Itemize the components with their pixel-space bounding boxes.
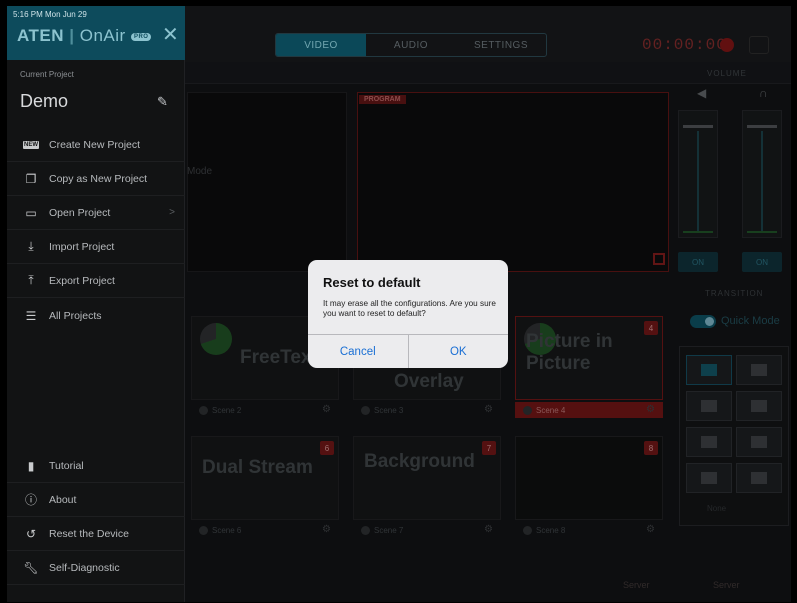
export-icon: ⤒ <box>28 273 34 287</box>
current-project-label: Current Project <box>20 70 74 79</box>
menu-all-projects[interactable]: ☰ All Projects <box>7 299 185 333</box>
dialog-buttons: Cancel OK <box>308 334 508 368</box>
menu-export-project[interactable]: ⤒ Export Project <box>7 264 185 298</box>
wrench-icon: 🔧︎ <box>23 560 39 575</box>
import-icon: ⤓ <box>28 239 34 253</box>
brand-name: ATEN <box>17 26 65 45</box>
menu-about[interactable]: ⓘ About <box>7 483 185 517</box>
info-icon: ⓘ <box>24 493 37 507</box>
reset-dialog: Reset to default It may erase all the co… <box>308 260 508 368</box>
dialog-title: Reset to default <box>323 275 421 290</box>
book-icon: ▮ <box>27 458 35 473</box>
panel-header: 5:16 PM Mon Jun 29 ATEN | OnAir PRO ✕ <box>7 6 185 60</box>
ok-button[interactable]: OK <box>407 335 509 368</box>
clipboard-icon: ☰ <box>25 309 37 323</box>
menu-item-label: Create New Project <box>49 138 141 151</box>
menu-item-label: Reset the Device <box>49 527 129 540</box>
menu-item-label: About <box>49 493 77 506</box>
cancel-button[interactable]: Cancel <box>308 335 408 368</box>
menu-reset-device[interactable]: ↺ Reset the Device <box>7 517 185 551</box>
close-icon[interactable]: ✕ <box>162 22 179 47</box>
menu-item-label: Export Project <box>49 274 115 287</box>
pencil-icon[interactable]: ✎ <box>157 94 168 110</box>
chevron-right-icon: > <box>169 207 175 218</box>
menu-copy-as-new-project[interactable]: ❐ Copy as New Project <box>7 162 185 196</box>
reset-icon: ↺ <box>25 526 37 541</box>
brand-logo: ATEN | OnAir PRO <box>17 26 152 46</box>
side-panel: 5:16 PM Mon Jun 29 ATEN | OnAir PRO ✕ Cu… <box>7 6 185 602</box>
project-name: Demo <box>20 91 69 111</box>
menu-self-diagnostic[interactable]: 🔧︎ Self-Diagnostic <box>7 551 185 585</box>
menu-item-label: Self-Diagnostic <box>49 561 120 574</box>
copy-icon: ❐ <box>25 171 37 186</box>
brand-product: OnAir <box>79 26 126 45</box>
menu-item-label: Tutorial <box>49 459 84 472</box>
menu-open-project[interactable]: ▭ Open Project > <box>7 196 185 230</box>
brand-edition: PRO <box>130 32 152 41</box>
menu-item-label: Import Project <box>49 240 115 253</box>
menu-item-label: Copy as New Project <box>49 172 148 185</box>
menu-tutorial[interactable]: ▮ Tutorial <box>7 449 185 483</box>
app-frame: VIDEO AUDIO SETTINGS 00:00:00 VOLUME Mod… <box>7 6 791 602</box>
dialog-message: It may erase all the configurations. Are… <box>323 299 496 318</box>
menu-item-label: Open Project <box>49 206 111 219</box>
status-time: 5:16 PM Mon Jun 29 <box>13 10 87 19</box>
menu-create-new-project[interactable]: NEW Create New Project <box>7 128 185 162</box>
menu-import-project[interactable]: ⤓ Import Project <box>7 230 185 264</box>
new-project-icon: NEW <box>23 140 39 149</box>
folder-icon: ▭ <box>25 205 37 220</box>
menu-item-label: All Projects <box>49 310 102 322</box>
